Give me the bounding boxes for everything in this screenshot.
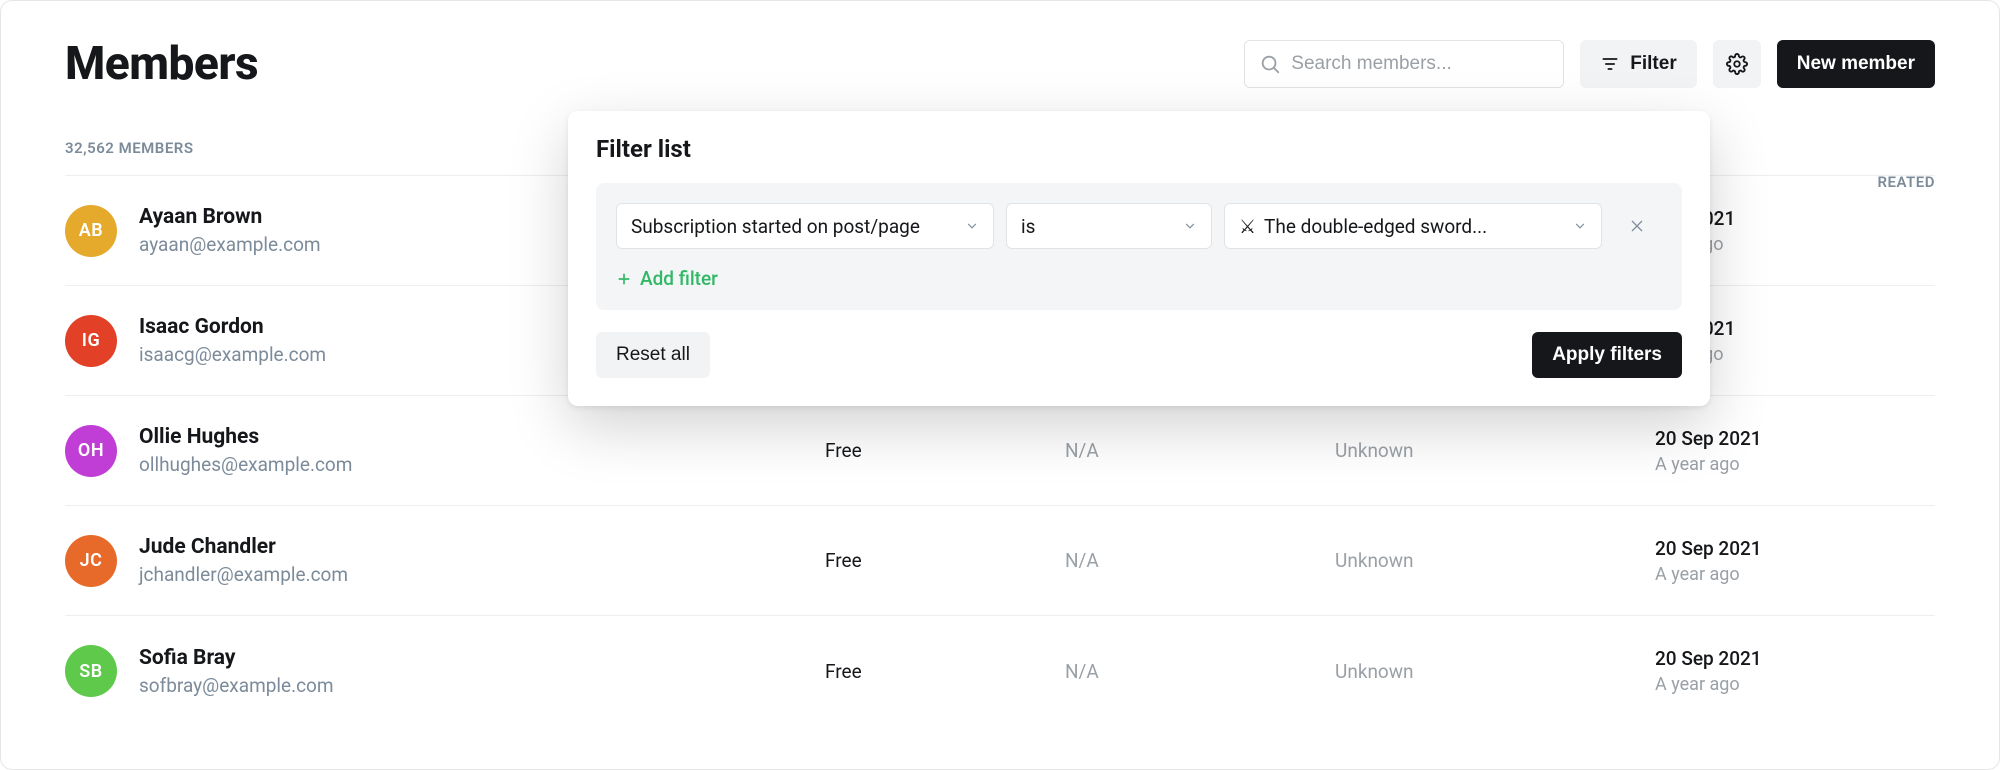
filter-conditions: Subscription started on post/page is ⚔ T… — [596, 183, 1682, 310]
location-cell: Unknown — [1335, 549, 1655, 572]
avatar: JC — [65, 535, 117, 587]
filter-popover: Filter list Subscription started on post… — [568, 111, 1710, 406]
member-cell: JC Jude Chandler jchandler@example.com — [65, 535, 825, 587]
member-name: Sofia Bray — [139, 646, 334, 670]
member-cell: OH Ollie Hughes ollhughes@example.com — [65, 425, 825, 477]
add-filter-button[interactable]: Add filter — [616, 267, 1662, 290]
location-cell: Unknown — [1335, 660, 1655, 683]
page-title: Members — [65, 37, 258, 91]
member-email: ollhughes@example.com — [139, 453, 352, 476]
filter-field-select[interactable]: Subscription started on post/page — [616, 203, 994, 249]
plan-cell: Free — [825, 660, 1065, 683]
filter-field-value: Subscription started on post/page — [631, 215, 920, 238]
created-date: 20 Sep 2021 — [1655, 647, 1762, 670]
filter-value-select[interactable]: ⚔ The double-edged sword... — [1224, 203, 1602, 249]
plan-cell: Free — [825, 439, 1065, 462]
page-header: Members Filter New member — [65, 37, 1935, 91]
chevron-down-icon — [1183, 219, 1197, 233]
reset-filters-label: Reset all — [616, 344, 690, 366]
member-email: jchandler@example.com — [139, 563, 348, 586]
table-row[interactable]: SB Sofia Bray sofbray@example.com FreeN/AUn… — [65, 616, 1935, 726]
created-relative: A year ago — [1655, 674, 1762, 695]
apply-filters-button[interactable]: Apply filters — [1532, 332, 1682, 378]
apply-filters-label: Apply filters — [1552, 344, 1662, 366]
created-cell: 20 Sep 2021 A year ago — [1655, 537, 1762, 585]
filter-icon — [1600, 54, 1620, 74]
filter-popover-title: Filter list — [596, 135, 1682, 163]
chevron-down-icon — [965, 219, 979, 233]
filter-value-text: The double-edged sword... — [1264, 215, 1487, 238]
close-icon — [1629, 218, 1645, 234]
filter-operator-select[interactable]: is — [1006, 203, 1212, 249]
created-date: 20 Sep 2021 — [1655, 537, 1762, 560]
member-email: sofbray@example.com — [139, 674, 334, 697]
add-filter-label: Add filter — [640, 267, 718, 290]
table-row[interactable]: OH Ollie Hughes ollhughes@example.com FreeN… — [65, 396, 1935, 506]
member-name: Jude Chandler — [139, 535, 348, 559]
created-cell: 20 Sep 2021 A year ago — [1655, 647, 1762, 695]
filter-popover-footer: Reset all Apply filters — [596, 332, 1682, 378]
search-icon — [1259, 53, 1281, 75]
search-input-wrap[interactable] — [1244, 40, 1564, 88]
filter-button[interactable]: Filter — [1580, 40, 1696, 88]
created-column-header: REATED — [1877, 173, 1935, 191]
member-email: ayaan@example.com — [139, 233, 321, 256]
avatar: AB — [65, 205, 117, 257]
na-cell: N/A — [1065, 660, 1335, 683]
plus-icon — [616, 271, 632, 287]
na-cell: N/A — [1065, 439, 1335, 462]
reset-filters-button[interactable]: Reset all — [596, 332, 710, 378]
table-row[interactable]: JC Jude Chandler jchandler@example.com Free… — [65, 506, 1935, 616]
gear-icon — [1726, 53, 1748, 75]
member-name: Ayaan Brown — [139, 205, 321, 229]
member-email: isaacg@example.com — [139, 343, 326, 366]
members-page: Members Filter New member — [0, 0, 2000, 770]
member-name: Ollie Hughes — [139, 425, 352, 449]
avatar: OH — [65, 425, 117, 477]
avatar: SB — [65, 645, 117, 697]
new-member-label: New member — [1797, 53, 1915, 75]
created-date: 20 Sep 2021 — [1655, 427, 1762, 450]
filter-button-label: Filter — [1630, 53, 1676, 75]
search-input[interactable] — [1291, 53, 1549, 75]
member-name: Isaac Gordon — [139, 315, 326, 339]
filter-row: Subscription started on post/page is ⚔ T… — [616, 203, 1662, 249]
settings-button[interactable] — [1713, 40, 1761, 88]
created-cell: 20 Sep 2021 A year ago — [1655, 427, 1762, 475]
avatar: IG — [65, 315, 117, 367]
remove-filter-button[interactable] — [1614, 203, 1660, 249]
member-cell: SB Sofia Bray sofbray@example.com — [65, 645, 825, 697]
filter-operator-value: is — [1021, 215, 1035, 238]
header-actions: Filter New member — [1244, 40, 1935, 88]
created-relative: A year ago — [1655, 564, 1762, 585]
na-cell: N/A — [1065, 549, 1335, 572]
location-cell: Unknown — [1335, 439, 1655, 462]
swords-icon: ⚔ — [1239, 215, 1256, 238]
new-member-button[interactable]: New member — [1777, 40, 1935, 88]
created-relative: A year ago — [1655, 454, 1762, 475]
plan-cell: Free — [825, 549, 1065, 572]
chevron-down-icon — [1573, 219, 1587, 233]
